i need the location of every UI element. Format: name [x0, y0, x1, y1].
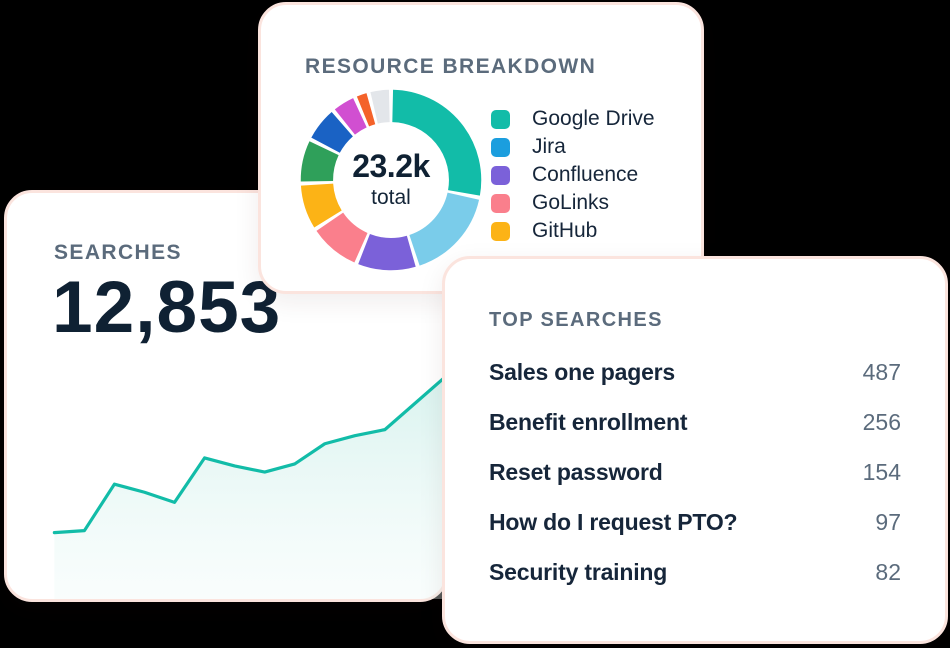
legend-label: GoLinks — [532, 191, 610, 214]
resource-donut-chart: 23.2k total — [296, 85, 486, 275]
legend-item[interactable]: Jira — [491, 133, 655, 161]
legend-item[interactable]: GitHub — [491, 217, 655, 245]
top-searches-title: TOP SEARCHES — [489, 309, 663, 331]
searches-area-chart — [52, 375, 445, 599]
search-count: 487 — [862, 359, 901, 385]
donut-segment[interactable] — [300, 141, 339, 182]
search-count: 256 — [862, 409, 901, 435]
list-item[interactable]: Sales one pagers 487 — [489, 359, 901, 409]
legend-swatch-icon — [491, 165, 510, 185]
donut-segment[interactable] — [356, 93, 376, 127]
list-item[interactable]: How do I request PTO? 97 — [489, 509, 901, 559]
resource-breakdown-title: RESOURCE BREAKDOWN — [305, 55, 597, 78]
legend-swatch-icon — [491, 109, 510, 129]
search-query: Sales one pagers — [489, 359, 675, 385]
legend-item[interactable]: GoLinks — [491, 189, 655, 217]
donut-segment[interactable] — [358, 233, 416, 271]
legend-swatch-icon — [491, 137, 510, 157]
dashboard-collage: SEARCHES 12,853 RESOURCE BREAKDOWN 23.2k… — [0, 0, 950, 648]
legend-swatch-icon — [491, 221, 510, 241]
list-item[interactable]: Security training 82 — [489, 559, 901, 609]
donut-segment[interactable] — [300, 182, 343, 228]
donut-segment[interactable] — [408, 191, 480, 266]
legend-label: GitHub — [532, 219, 598, 242]
search-count: 82 — [875, 559, 901, 585]
search-query: Benefit enrollment — [489, 409, 688, 435]
search-query: Security training — [489, 559, 668, 585]
donut-segment[interactable] — [311, 111, 354, 154]
search-query: Reset password — [489, 459, 663, 485]
searches-label: SEARCHES — [54, 241, 182, 264]
donut-segment[interactable] — [334, 98, 368, 135]
legend-item[interactable]: Google Drive — [491, 105, 655, 133]
top-searches-card: TOP SEARCHES Sales one pagers 487 Benefi… — [442, 256, 948, 644]
donut-segment[interactable] — [370, 89, 391, 124]
search-count: 97 — [875, 509, 901, 535]
donut-segment[interactable] — [316, 212, 369, 263]
legend-item[interactable]: Confluence — [491, 161, 655, 189]
donut-svg — [300, 89, 482, 271]
list-item[interactable]: Reset password 154 — [489, 459, 901, 509]
legend-label: Google Drive — [532, 107, 655, 130]
legend-label: Confluence — [532, 163, 639, 186]
search-query: How do I request PTO? — [489, 509, 738, 535]
resource-breakdown-card: RESOURCE BREAKDOWN 23.2k total Google Dr… — [258, 2, 704, 294]
legend-label: Jira — [532, 135, 566, 158]
top-searches-list: Sales one pagers 487 Benefit enrollment … — [489, 359, 901, 609]
search-count: 154 — [862, 459, 901, 485]
searches-value: 12,853 — [52, 267, 282, 348]
donut-segment[interactable] — [391, 89, 482, 196]
resource-legend: Google Drive Jira Confluence GoLinks Git… — [491, 105, 655, 245]
list-item[interactable]: Benefit enrollment 256 — [489, 409, 901, 459]
legend-swatch-icon — [491, 193, 510, 213]
